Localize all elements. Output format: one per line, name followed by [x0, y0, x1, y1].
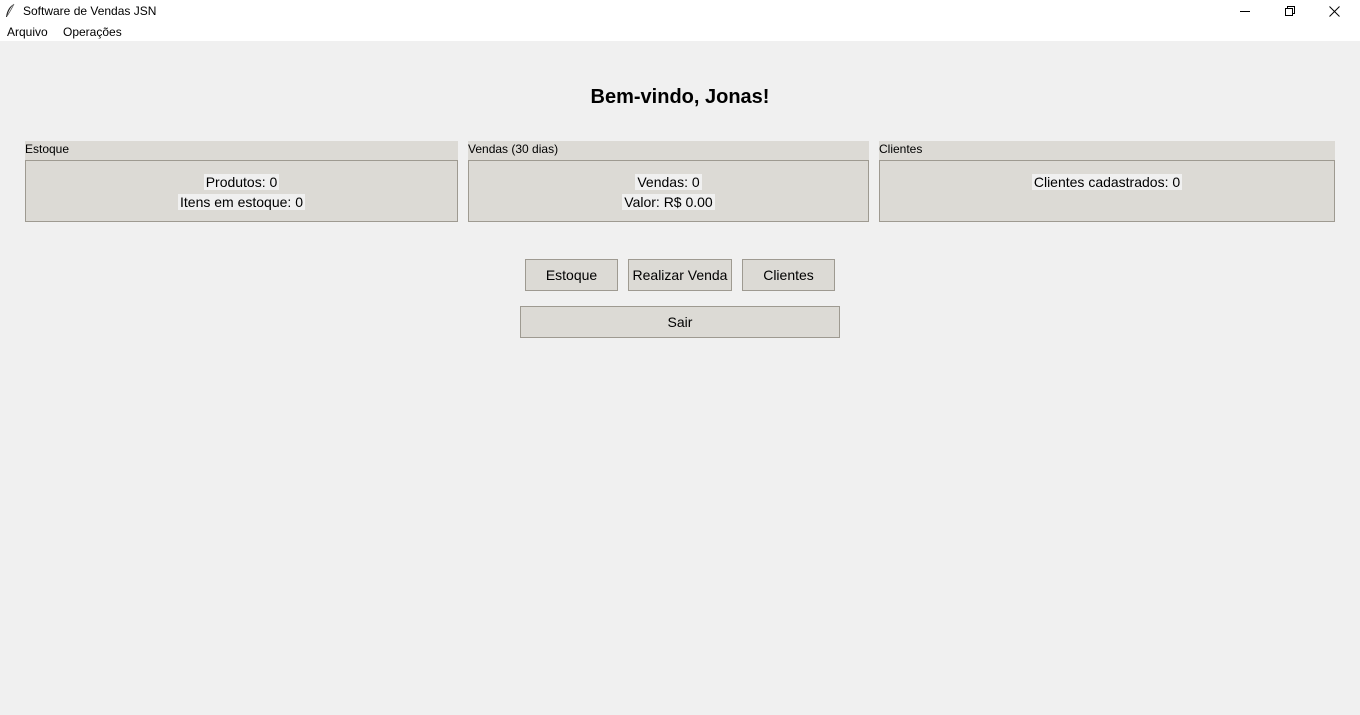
restore-icon	[1284, 6, 1295, 16]
clientes-group-box: Clientes cadastrados: 0	[879, 160, 1335, 222]
clientes-cadastrados-count: Clientes cadastrados: 0	[1031, 174, 1183, 190]
close-button[interactable]	[1312, 0, 1357, 22]
minimize-button[interactable]	[1222, 0, 1267, 22]
title-bar[interactable]: Software de Vendas JSN	[0, 0, 1360, 22]
estoque-button[interactable]: Estoque	[525, 259, 618, 291]
realizar-venda-button[interactable]: Realizar Venda	[628, 259, 732, 291]
estoque-group-title: Estoque	[25, 141, 458, 160]
estoque-group-box: Produtos: 0 Itens em estoque: 0	[25, 160, 458, 222]
clientes-group: Clientes Clientes cadastrados: 0	[879, 141, 1335, 224]
close-icon	[1329, 5, 1340, 17]
estoque-group: Estoque Produtos: 0 Itens em estoque: 0	[25, 141, 458, 224]
vendas-group: Vendas (30 dias) Vendas: 0 Valor: R$ 0.0…	[468, 141, 869, 224]
sair-button[interactable]: Sair	[520, 306, 840, 338]
app-window: Software de Vendas JSN Arquivo Operações…	[0, 0, 1360, 715]
clientes-group-title: Clientes	[879, 141, 1335, 160]
vendas-group-title: Vendas (30 dias)	[468, 141, 869, 160]
clientes-button[interactable]: Clientes	[742, 259, 835, 291]
vendas-group-box: Vendas: 0 Valor: R$ 0.00	[468, 160, 869, 222]
vendas-count: Vendas: 0	[635, 174, 702, 190]
feather-icon	[4, 3, 16, 19]
minimize-icon	[1239, 6, 1250, 16]
menu-operacoes[interactable]: Operações	[63, 25, 122, 39]
produtos-count: Produtos: 0	[203, 174, 280, 190]
vendas-valor: Valor: R$ 0.00	[622, 194, 715, 210]
menu-bar: Arquivo Operações	[0, 22, 1360, 41]
window-title: Software de Vendas JSN	[23, 4, 157, 18]
welcome-heading: Bem-vindo, Jonas!	[590, 86, 770, 108]
maximize-button[interactable]	[1267, 0, 1312, 22]
itens-estoque-count: Itens em estoque: 0	[178, 194, 305, 210]
menu-arquivo[interactable]: Arquivo	[7, 25, 48, 39]
